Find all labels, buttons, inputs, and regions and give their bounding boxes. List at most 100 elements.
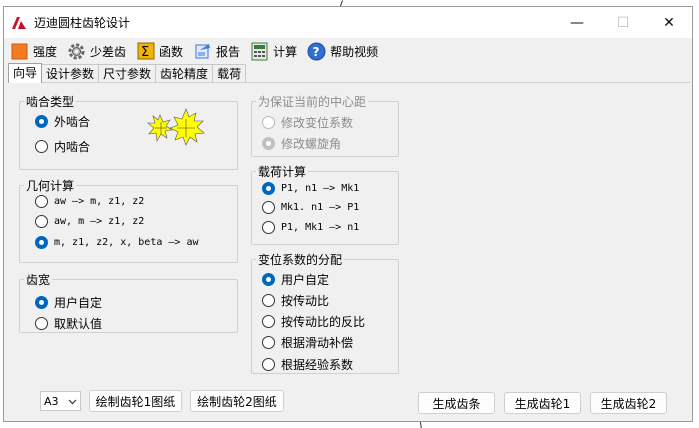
orange-square-icon [10, 42, 29, 61]
menu-item-label: 少差齿 [90, 44, 127, 59]
svg-text:Σ: Σ [141, 45, 149, 60]
sigma-icon: Σ [136, 42, 155, 61]
radio-label: m, z1, z2, x, beta —> aw [54, 237, 199, 248]
radio-label: 修改变位系数 [281, 116, 354, 130]
radio-label: 按传动比的反比 [281, 315, 366, 329]
svg-text:?: ? [313, 45, 320, 59]
radio-label: 根据经验系数 [281, 358, 354, 372]
radio-label: 按传动比 [281, 294, 330, 308]
menu-item-label: 强度 [33, 44, 58, 59]
report-icon [193, 42, 212, 61]
radio-label: P1, Mk1 —> n1 [281, 222, 360, 233]
calculator-icon [250, 42, 269, 61]
radio-width-user-defined[interactable]: 用户自定 [35, 294, 102, 311]
radio-label: Mk1. n1 —> P1 [281, 202, 360, 213]
radio-shift-by-ratio[interactable]: 按传动比 [262, 292, 329, 309]
group-title: 变位系数的分配 [258, 253, 343, 267]
radio-dot [262, 294, 275, 307]
menu-item-label: 报告 [216, 44, 241, 59]
tab-load[interactable]: 载荷 [212, 64, 247, 83]
radio-geometry-m-z[interactable]: m, z1, z2, x, beta —> aw [35, 236, 199, 249]
radio-label: 取默认值 [54, 317, 103, 331]
radio-load-p1-n1[interactable]: P1, n1 —> Mk1 [262, 182, 359, 195]
paper-size-select[interactable]: A3 [40, 391, 81, 411]
maximize-icon: ☐ [616, 14, 630, 31]
menu-item-function[interactable]: Σ 函数 [136, 40, 183, 62]
close-icon: ✕ [663, 14, 675, 31]
close-button[interactable]: ✕ [646, 7, 692, 38]
radio-load-mk1-n1[interactable]: Mk1. n1 —> P1 [262, 201, 359, 214]
radio-dot [35, 215, 48, 228]
radio-dot [262, 315, 275, 328]
tab-size-params[interactable]: 尺寸参数 [98, 64, 157, 83]
radio-width-default[interactable]: 取默认值 [35, 315, 102, 332]
radio-dot [262, 137, 275, 150]
radio-dot [35, 115, 48, 128]
tab-strip: 向导 设计参数 尺寸参数 齿轮精度 载荷 [8, 63, 247, 83]
draw-gear2-button[interactable]: 绘制齿轮2图纸 [190, 390, 284, 412]
tab-guide[interactable]: 向导 [8, 63, 43, 83]
generate-rack-button[interactable]: 生成齿条 [418, 392, 495, 414]
radio-label: aw —> m, z1, z2 [54, 196, 145, 207]
radio-dot [262, 358, 275, 371]
radio-label: 外啮合 [54, 115, 91, 129]
radio-geometry-aw[interactable]: aw —> m, z1, z2 [35, 195, 144, 208]
tab-design-params[interactable]: 设计参数 [41, 64, 100, 83]
radio-dot [262, 221, 275, 234]
radio-modify-shift-coefficient[interactable]: 修改变位系数 [262, 114, 353, 131]
menu-item-calculate[interactable]: 计算 [250, 40, 297, 62]
radio-dot [262, 116, 275, 129]
menu-item-help-video[interactable]: ? 帮助视频 [307, 40, 378, 62]
chevron-down-icon [68, 396, 77, 409]
radio-dot [35, 317, 48, 330]
minimize-button[interactable]: — [554, 7, 600, 38]
radio-load-p1-mk1[interactable]: P1, Mk1 —> n1 [262, 221, 359, 234]
menu-item-label: 函数 [159, 44, 184, 59]
radio-external-mesh[interactable]: 外啮合 [35, 113, 90, 130]
tab-gear-accuracy[interactable]: 齿轮精度 [155, 64, 214, 83]
group-title: 为保证当前的中心距 [258, 95, 367, 109]
title-bar: 迈迪圆柱齿轮设计 — ☐ ✕ [4, 7, 692, 38]
radio-internal-mesh[interactable]: 内啮合 [35, 138, 90, 155]
radio-label: aw, m —> z1, z2 [54, 216, 145, 227]
group-title: 几何计算 [26, 179, 75, 193]
radio-dot [262, 201, 275, 214]
radio-geometry-aw-m[interactable]: aw, m —> z1, z2 [35, 215, 144, 228]
radio-label: 根据滑动补偿 [281, 336, 354, 350]
app-window: 迈迪圆柱齿轮设计 — ☐ ✕ 强度 少差齿 Σ 函数 报告 计算 ? 帮助视频 … [3, 6, 693, 422]
maximize-button[interactable]: ☐ [600, 7, 646, 38]
menu-item-label: 帮助视频 [330, 44, 379, 59]
radio-dot [35, 236, 48, 249]
menu-item-report[interactable]: 报告 [193, 40, 240, 62]
tab-panel-guide: 啮合类型 外啮合 内啮合 几何计算 aw —> m, z1, z2 aw, m … [8, 82, 690, 379]
bottom-bar: A3 绘制齿轮1图纸 绘制齿轮2图纸 生成齿条 生成齿轮1 生成齿轮2 [4, 383, 692, 423]
help-icon: ? [307, 42, 326, 61]
menu-item-strength[interactable]: 强度 [10, 40, 57, 62]
gear-illustration [146, 105, 212, 151]
paper-size-value: A3 [44, 394, 59, 408]
radio-modify-helix-angle[interactable]: 修改螺旋角 [262, 135, 341, 152]
radio-dot [262, 273, 275, 286]
menu-item-few-teeth[interactable]: 少差齿 [67, 40, 126, 62]
radio-label: 内啮合 [54, 140, 91, 154]
radio-label: 修改螺旋角 [281, 137, 342, 151]
group-title: 啮合类型 [26, 95, 75, 109]
group-title: 载荷计算 [258, 165, 307, 179]
minimize-icon: — [570, 14, 584, 31]
draw-gear1-button[interactable]: 绘制齿轮1图纸 [89, 390, 182, 412]
radio-label: 用户自定 [281, 273, 330, 287]
radio-dot [35, 195, 48, 208]
radio-shift-user-defined[interactable]: 用户自定 [262, 271, 329, 288]
radio-dot [262, 336, 275, 349]
generate-gear2-button[interactable]: 生成齿轮2 [590, 392, 667, 414]
app-logo-icon [10, 14, 28, 32]
radio-shift-inverse-ratio[interactable]: 按传动比的反比 [262, 313, 365, 330]
radio-label: P1, n1 —> Mk1 [281, 183, 360, 194]
radio-shift-slide-compensation[interactable]: 根据滑动补偿 [262, 334, 353, 351]
gear-icon [67, 42, 86, 61]
menu-bar: 强度 少差齿 Σ 函数 报告 计算 ? 帮助视频 [4, 38, 692, 64]
radio-dot [35, 140, 48, 153]
radio-shift-empirical[interactable]: 根据经验系数 [262, 356, 353, 373]
radio-dot [262, 182, 275, 195]
generate-gear1-button[interactable]: 生成齿轮1 [504, 392, 581, 414]
